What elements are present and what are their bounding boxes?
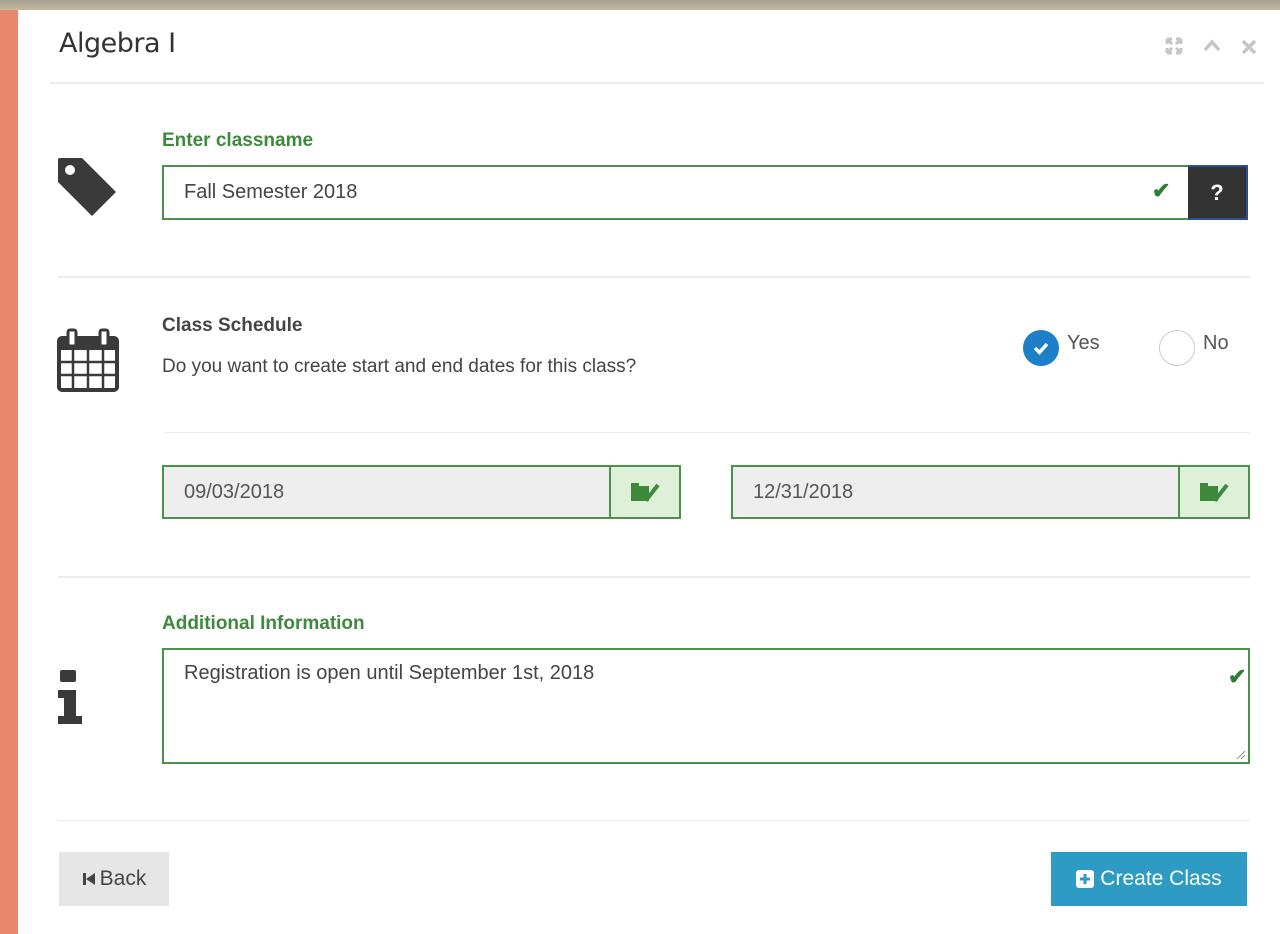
classname-valid-check-icon: ✔: [1152, 178, 1171, 203]
schedule-option-yes[interactable]: Yes: [1023, 330, 1100, 366]
schedule-option-yes-label: Yes: [1067, 331, 1100, 354]
schedule-label: Class Schedule: [162, 315, 303, 336]
calendar-check-icon: [1200, 483, 1229, 502]
dialog-title: Algebra I: [59, 28, 176, 59]
start-date-value: 09/03/2018: [184, 480, 285, 503]
radio-checked-icon[interactable]: [1023, 330, 1059, 366]
calendar-check-icon: [631, 483, 660, 502]
step-backward-icon: [82, 873, 95, 885]
schedule-option-no[interactable]: No: [1159, 330, 1229, 366]
additional-info-value: Registration is open until September 1st…: [184, 662, 595, 684]
section-divider-2: [58, 576, 1250, 578]
resize-grip-icon[interactable]: [1234, 748, 1246, 760]
plus-square-icon: [1076, 870, 1095, 888]
start-date-picker-button[interactable]: [609, 467, 679, 517]
start-date-field[interactable]: 09/03/2018: [162, 465, 681, 519]
create-class-button[interactable]: Create Class: [1051, 852, 1247, 906]
additional-info-label: Additional Information: [162, 613, 365, 634]
create-class-dialog: Algebra I Enter classname Fall Semester …: [18, 10, 1280, 934]
close-icon[interactable]: [1240, 36, 1258, 60]
schedule-question: Do you want to create start and end date…: [162, 356, 637, 377]
section-divider-1: [58, 276, 1250, 278]
additional-info-valid-check-icon: ✔: [1228, 664, 1247, 689]
header-divider: [50, 82, 1264, 84]
back-button-label: Back: [99, 867, 147, 890]
end-date-picker-button[interactable]: [1178, 467, 1248, 517]
back-button[interactable]: Back: [59, 852, 169, 906]
window-controls: [1164, 36, 1258, 60]
calendar-icon: [56, 328, 120, 397]
info-icon: [56, 670, 86, 731]
tag-icon: [56, 156, 118, 223]
chevron-up-icon[interactable]: [1202, 36, 1222, 60]
classname-label: Enter classname: [162, 130, 314, 151]
help-label: ?: [1210, 179, 1224, 205]
schedule-subdivider: [164, 432, 1250, 433]
end-date-field[interactable]: 12/31/2018: [731, 465, 1250, 519]
schedule-option-no-label: No: [1203, 331, 1229, 354]
additional-info-textarea[interactable]: Registration is open until September 1st…: [162, 648, 1250, 764]
classname-input[interactable]: Fall Semester 2018: [162, 165, 1190, 220]
radio-unchecked-icon[interactable]: [1159, 330, 1195, 366]
classname-value: Fall Semester 2018: [184, 181, 358, 203]
expand-icon[interactable]: [1164, 36, 1184, 60]
help-button[interactable]: ?: [1188, 165, 1248, 220]
end-date-value: 12/31/2018: [753, 480, 854, 503]
create-class-button-label: Create Class: [1100, 867, 1222, 890]
footer-divider: [58, 820, 1250, 821]
